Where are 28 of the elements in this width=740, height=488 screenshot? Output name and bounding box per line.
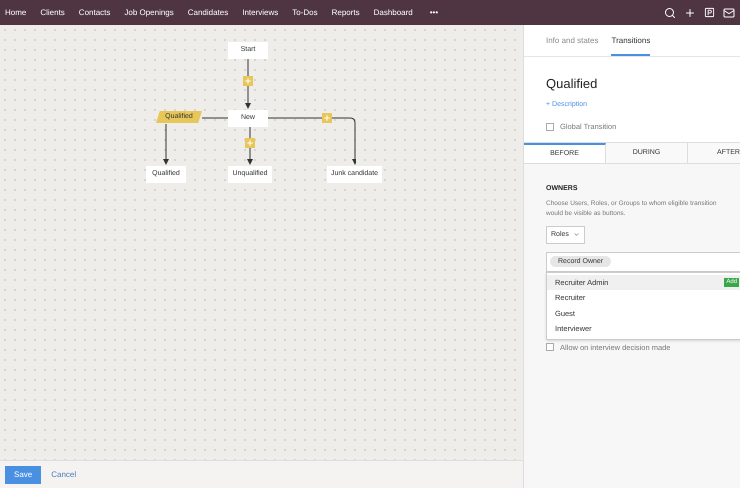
- panel-title: Qualified: [545, 75, 598, 93]
- mail-icon[interactable]: [723, 6, 735, 18]
- nav-link[interactable]: Dashboard: [374, 6, 413, 18]
- nav-link[interactable]: Interviews: [242, 6, 278, 18]
- cancel-button[interactable]: Cancel: [51, 468, 76, 480]
- nav-link[interactable]: Clients: [40, 6, 65, 18]
- more-menu[interactable]: •••: [430, 6, 438, 18]
- tab[interactable]: Info and states: [546, 35, 598, 56]
- chevron-down-icon: [572, 231, 580, 238]
- nav-link[interactable]: Contacts: [78, 6, 110, 18]
- add-transition-button[interactable]: [243, 76, 253, 86]
- nav-link[interactable]: Home: [5, 6, 26, 18]
- square-icon[interactable]: [704, 7, 715, 18]
- add-transition-button[interactable]: [245, 138, 255, 148]
- plus-icon: [246, 139, 254, 147]
- plus-icon: [323, 114, 331, 122]
- plus-icon: [244, 77, 252, 85]
- connector-arrow: [163, 124, 169, 165]
- nav-link[interactable]: Candidates: [188, 6, 228, 18]
- add-transition-button[interactable]: [322, 113, 332, 123]
- tab[interactable]: Transitions: [611, 35, 650, 56]
- nav-link[interactable]: Job Openings: [124, 6, 174, 18]
- checkbox[interactable]: [546, 122, 554, 131]
- plus-icon[interactable]: [684, 6, 696, 18]
- nav-link[interactable]: To-Dos: [292, 6, 318, 18]
- checkbox[interactable]: [546, 343, 554, 352]
- search-icon[interactable]: [664, 6, 676, 18]
- nav-link[interactable]: Reports: [332, 6, 360, 18]
